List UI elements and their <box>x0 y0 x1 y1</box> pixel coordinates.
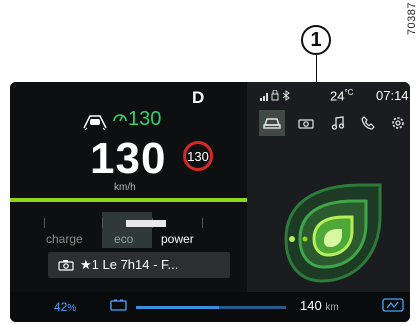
range-value: 140 <box>300 298 322 313</box>
tab-camera[interactable] <box>293 110 319 136</box>
battery-percent-value: 42 <box>54 300 68 314</box>
battery-percent-unit: % <box>67 303 77 314</box>
power-meter-scale <box>44 212 204 228</box>
phone-icon <box>361 116 375 130</box>
temperature-value: 24 <box>330 88 345 104</box>
camera-icon <box>298 119 314 129</box>
settings-icon <box>392 117 404 129</box>
power-meter-label-eco: eco <box>114 232 134 246</box>
tab-vehicle[interactable] <box>259 110 285 136</box>
range-unit: km <box>325 302 339 313</box>
outside-temperature: 24°C <box>330 88 353 103</box>
figure-reference-number: 70387 <box>406 2 418 36</box>
acc-set-speed-value: 130 <box>128 108 162 130</box>
temperature-unit: °C <box>344 88 354 97</box>
battery-icon <box>110 299 127 311</box>
navigation-bar[interactable]: ★1 Le 7h14 - F... <box>48 252 230 278</box>
current-speed: 130 <box>90 134 167 183</box>
tab-settings[interactable] <box>385 110 410 136</box>
range-bar-fill <box>136 306 219 309</box>
remaining-range: 140 km <box>300 298 339 313</box>
navigation-destination: ★1 Le 7h14 - F... <box>80 257 179 272</box>
battery-level: 42% <box>54 300 76 314</box>
instrument-cluster-screen: D 130 130 130 km/h charge eco power ★1 L… <box>10 82 410 322</box>
tab-music[interactable] <box>325 110 351 136</box>
callout-label: 1 <box>301 25 331 55</box>
music-icon <box>331 116 345 130</box>
gear-indicator: D <box>192 88 205 107</box>
speed-unit: km/h <box>114 182 136 193</box>
adaptive-cruise-icon <box>83 115 107 130</box>
power-meter-level <box>126 220 166 227</box>
eco-mode-line <box>10 198 247 202</box>
tab-phone[interactable] <box>355 110 381 136</box>
signal-icon <box>260 89 290 101</box>
acc-set-speed: 130 <box>112 108 161 131</box>
power-meter: charge eco power <box>44 212 204 248</box>
speed-limit-sign: 130 <box>183 141 213 171</box>
power-meter-label-charge: charge <box>46 232 83 246</box>
eco-leaf-icon <box>284 183 382 283</box>
regen-braking-icon <box>382 298 404 312</box>
power-meter-label-power: power <box>161 232 194 246</box>
camera-icon <box>58 260 74 271</box>
status-icons <box>260 89 294 104</box>
car-icon <box>263 118 281 129</box>
speedometer-icon <box>113 114 127 122</box>
clock-time: 07:14 <box>376 88 409 103</box>
